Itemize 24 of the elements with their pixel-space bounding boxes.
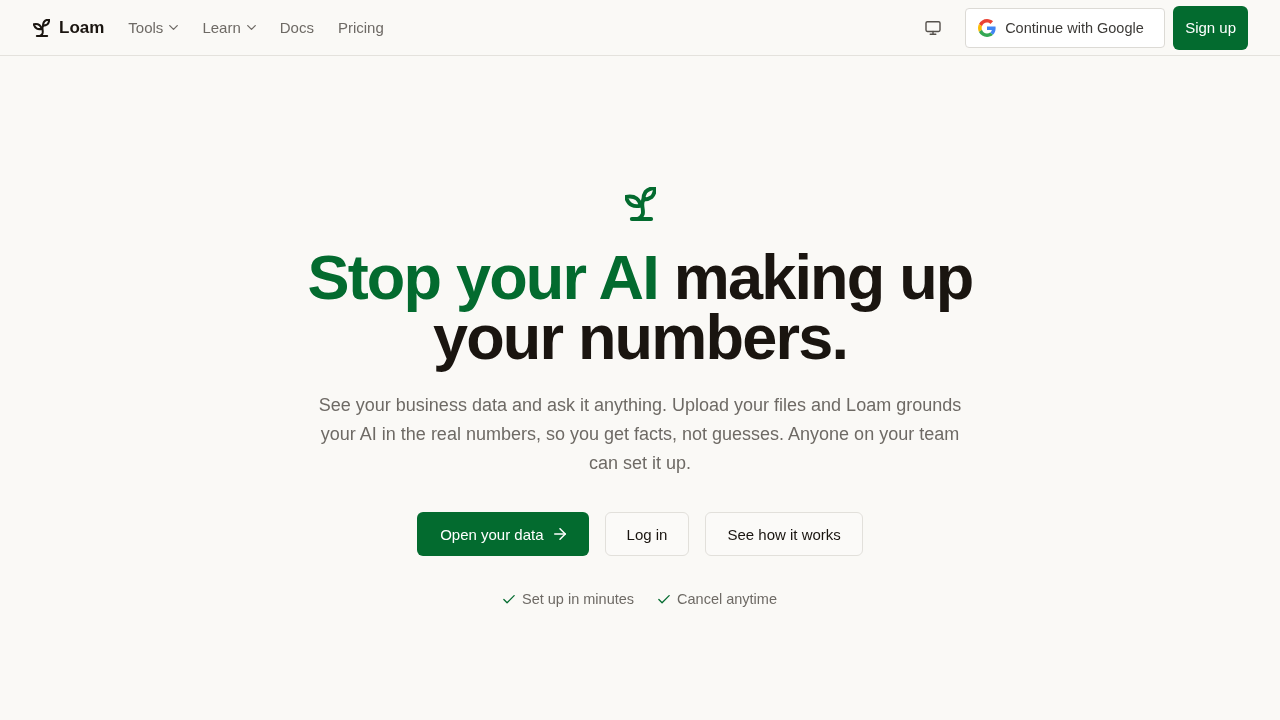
google-logo-icon	[978, 18, 997, 37]
hero-description: See your business data and ask it anything. Upload your files and Loam grounds your AI in the real numbers, so you get facts, not guesses. Anyone on your team can set it up.	[317, 394, 963, 475]
brand-name: Loam	[59, 17, 105, 38]
hero-headline: Stop your AI making up your numbers.	[306, 243, 974, 374]
perk-text: Cancel anytime	[677, 591, 777, 607]
sprout-icon	[33, 18, 50, 37]
nav-link[interactable]: Pricing	[337, 19, 384, 36]
nav-menu-button[interactable]: Learn	[202, 19, 256, 36]
check-icon	[658, 594, 671, 604]
perk-text: Set up in minutes	[522, 591, 635, 607]
check-icon	[503, 594, 515, 604]
secondary-button[interactable]: See how it works	[705, 512, 863, 556]
cta-button[interactable]: Open your data	[417, 512, 589, 556]
chevron-down-icon	[169, 25, 179, 30]
google-sign-in-button[interactable]: Continue with Google	[965, 7, 1166, 48]
nav-menu-button[interactable]: Tools	[128, 19, 179, 36]
secondary-button[interactable]: Log in	[604, 512, 690, 556]
monitor-icon[interactable]	[925, 20, 942, 35]
arrow-right-icon	[553, 528, 566, 540]
brand-link[interactable]: Loam	[33, 17, 105, 38]
sign-up-button[interactable]: Sign up	[1173, 5, 1248, 50]
sprout-icon	[624, 187, 656, 221]
nav-link[interactable]: Docs	[279, 19, 314, 36]
chevron-down-icon	[246, 25, 256, 30]
